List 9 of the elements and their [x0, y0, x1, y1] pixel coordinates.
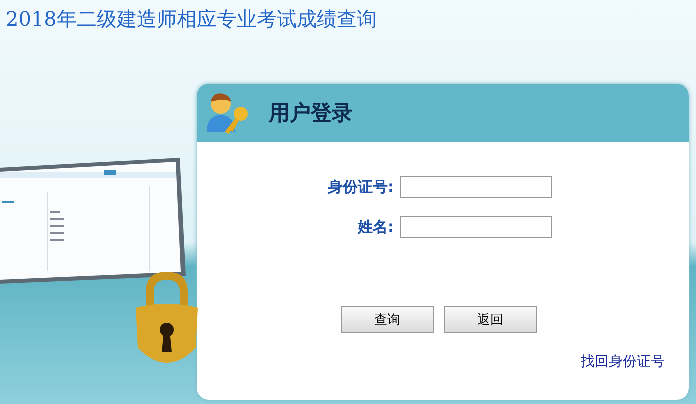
- field-label: 姓名:: [358, 218, 394, 236]
- panel-title: 用户登录: [269, 100, 353, 127]
- page-title: 2018年二级建造师相应专业考试成绩查询: [5, 6, 378, 33]
- input-field[interactable]: [400, 216, 552, 238]
- recover-id-link[interactable]: 找回身份证号: [581, 353, 665, 371]
- input-field[interactable]: [400, 176, 552, 198]
- query-button[interactable]: 查询: [341, 306, 434, 333]
- field-label: 身份证号:: [328, 178, 394, 196]
- back-button[interactable]: 返回: [444, 306, 537, 333]
